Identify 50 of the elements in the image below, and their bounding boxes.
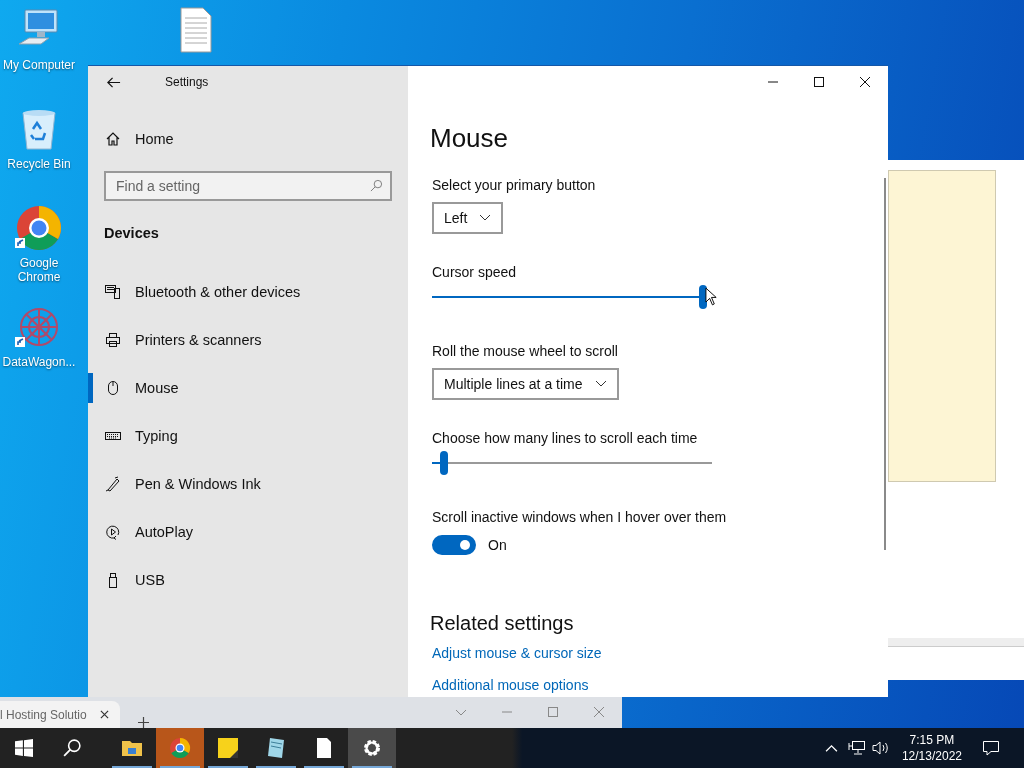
settings-icon[interactable]	[348, 728, 396, 768]
sidebar-item[interactable]: Pen & Windows Ink	[88, 460, 392, 508]
settings-link[interactable]: Adjust mouse & cursor size	[432, 643, 602, 663]
setting-label: Scroll inactive windows when I hover over them	[432, 508, 727, 527]
search-field[interactable]: Find a setting	[104, 171, 392, 201]
sidebar-item[interactable]: USB	[88, 556, 392, 604]
dropdown[interactable]: Multiple lines at a time	[432, 368, 619, 400]
keyboard-speaker-icon	[105, 284, 121, 300]
shortcut-arrow-icon	[15, 337, 25, 347]
chevron-down-icon	[479, 214, 492, 222]
dropdown[interactable]: Left	[432, 202, 504, 234]
home-icon	[105, 131, 121, 147]
search-icon[interactable]	[63, 739, 81, 757]
slider[interactable]	[432, 451, 712, 475]
sidebar-item[interactable]: Printers & scanners	[88, 316, 392, 364]
close-icon[interactable]	[100, 710, 109, 719]
browser-tab[interactable]: l Hosting Solutio	[0, 701, 120, 728]
sidebar-item[interactable]: Bluetooth & other devices	[88, 268, 392, 316]
sidebar-item[interactable]: Typing	[88, 412, 392, 460]
setting-label: Choose how many lines to scroll each time	[432, 429, 698, 448]
section-heading: Related settings	[430, 611, 574, 636]
page-heading: Mouse	[430, 122, 509, 155]
notification-icon[interactable]	[982, 740, 1000, 756]
home-link[interactable]: Home	[104, 119, 392, 159]
setting-label: Cursor speed	[432, 263, 517, 282]
chrome-icon[interactable]	[15, 204, 63, 252]
window-title: Settings	[165, 75, 209, 89]
setting-label: Roll the mouse wheel to scroll	[432, 342, 618, 361]
shortcut-arrow-icon	[15, 238, 25, 248]
setting-label: Select your primary button	[432, 176, 596, 195]
play-circle-icon	[105, 524, 121, 540]
printer-icon	[105, 332, 121, 348]
pointer-icon	[705, 287, 718, 306]
new-tab-icon[interactable]	[138, 717, 149, 728]
chevron-down-icon	[594, 380, 607, 388]
search-icon	[370, 179, 383, 192]
settings-link[interactable]: Additional mouse options	[432, 675, 589, 695]
toggle-switch[interactable]	[432, 535, 476, 555]
sidebar-item[interactable]: AutoPlay	[88, 508, 392, 556]
sidebar-item[interactable]: Mouse	[88, 364, 392, 412]
windows-start-icon[interactable]	[15, 739, 33, 757]
chevron-up-icon[interactable]	[824, 743, 838, 753]
volume-icon[interactable]	[871, 740, 890, 756]
toggle-state: On	[488, 537, 507, 553]
pen-icon	[105, 476, 121, 492]
section-heading: Devices	[104, 224, 160, 243]
clock[interactable]: 7:15 PM 12/13/2022	[901, 732, 962, 764]
scrollbar[interactable]	[884, 178, 886, 550]
network-icon[interactable]	[847, 740, 866, 756]
mouse-icon	[105, 380, 121, 396]
